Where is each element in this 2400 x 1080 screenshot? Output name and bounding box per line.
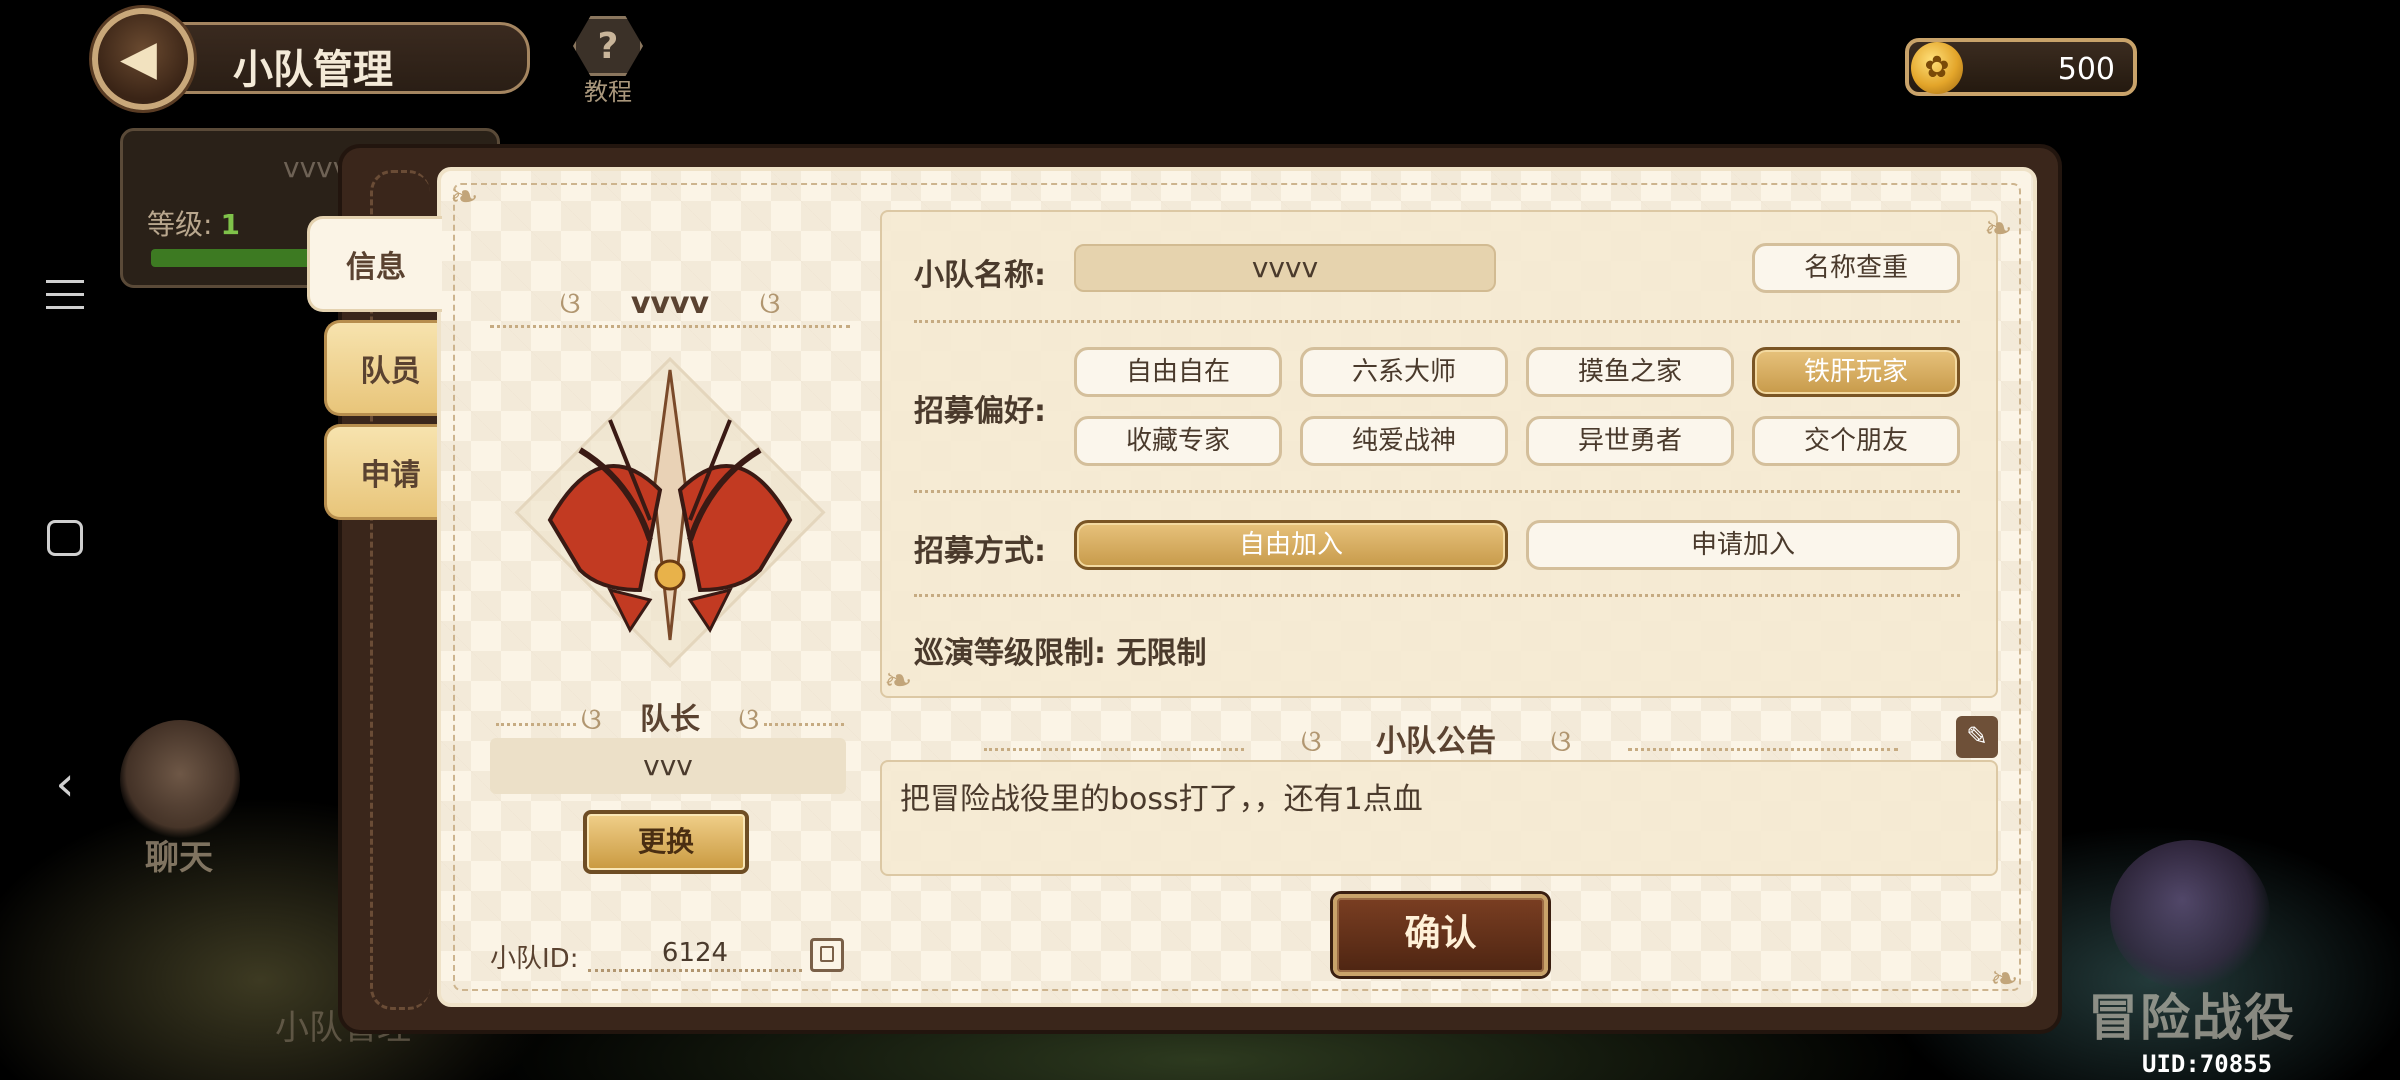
divider (490, 325, 850, 328)
leader-heading: ଓ 队长 ଓ (490, 694, 850, 738)
notice-heading: ଓ 小队公告 ଓ (1246, 716, 1626, 760)
chat-avatar (120, 720, 240, 840)
left-curl-icon: ଓ (1300, 724, 1322, 759)
menu-icon[interactable] (40, 270, 90, 319)
back-button[interactable]: ◀ (92, 8, 194, 110)
corner-ornament-icon: ❧ (450, 177, 479, 217)
emblem-crest-icon (547, 369, 793, 641)
notice-title: 小队公告 (1376, 724, 1496, 759)
recruit-method-label: 招募方式: (914, 534, 1046, 569)
uid-label: UID:70855 (2142, 1050, 2273, 1078)
pref-six-master[interactable]: 六系大师 (1300, 347, 1508, 397)
divider (1628, 748, 1898, 751)
team-name-label: 小队名称: (914, 258, 1046, 293)
team-name-heading: ଓ vvvv ଓ (490, 286, 850, 321)
battle-egg-icon (2110, 840, 2270, 990)
question-icon: ? (573, 16, 643, 76)
left-curl-icon: ଓ (580, 702, 602, 737)
method-apply-join[interactable]: 申请加入 (1526, 520, 1960, 570)
divider (914, 320, 1960, 323)
coin-icon: ✿ (1911, 42, 1963, 94)
confirm-button[interactable]: 确认 (1333, 894, 1548, 976)
copy-icon (820, 942, 844, 962)
right-curl-icon: ଓ (1550, 724, 1572, 759)
leader-name: vvv (490, 738, 846, 794)
bg-team-name: vvvv (283, 151, 350, 184)
coin-counter: ✿ 500 (1905, 38, 2137, 96)
right-curl-icon: ଓ (759, 286, 781, 321)
team-id-label: 小队ID: (490, 944, 579, 974)
pref-collector[interactable]: 收藏专家 (1074, 416, 1282, 466)
corner-ornament-icon: ❧ (884, 661, 913, 701)
corner-ornament-icon: ❧ (1984, 209, 2013, 249)
pref-slacker-home[interactable]: 摸鱼之家 (1526, 347, 1734, 397)
divider (496, 723, 576, 726)
divider (914, 594, 1960, 597)
level-limit: 巡演等级限制: 无限制 (914, 636, 1207, 671)
tab-apply[interactable]: 申请 (324, 424, 454, 520)
pref-free[interactable]: 自由自在 (1074, 347, 1282, 397)
pref-make-friends[interactable]: 交个朋友 (1752, 416, 1960, 466)
bg-chat-label: 聊天 (145, 838, 213, 878)
change-leader-button[interactable]: 更换 (583, 810, 749, 874)
team-emblem (490, 340, 850, 680)
tutorial-button[interactable]: ? 教程 (565, 16, 651, 106)
team-name: vvvv (630, 286, 710, 321)
divider (764, 723, 844, 726)
bg-level: 等级: 1 (147, 203, 240, 243)
recruit-pref-label: 招募偏好: (914, 394, 1046, 429)
team-name-field[interactable]: vvvv (1074, 244, 1496, 292)
page-title: 小队管理 (233, 47, 393, 93)
bg-level-label: 等级: (147, 208, 213, 241)
tab-info[interactable]: 信息 (307, 216, 442, 312)
tutorial-label: 教程 (584, 78, 632, 106)
system-back-icon[interactable]: ‹ (40, 760, 90, 808)
corner-ornament-icon: ❧ (1990, 959, 2019, 999)
left-curl-icon: ଓ (559, 286, 581, 321)
team-id-value: 6124 (588, 934, 802, 972)
tab-members[interactable]: 队员 (324, 320, 454, 416)
right-curl-icon: ଓ (738, 702, 760, 737)
recent-apps-icon[interactable] (40, 520, 90, 556)
divider (914, 490, 1960, 493)
pencil-icon: ✎ (1966, 722, 1988, 752)
pref-hardcore-player[interactable]: 铁肝玩家 (1752, 347, 1960, 397)
pref-pure-love[interactable]: 纯爱战神 (1300, 416, 1508, 466)
pref-otherworld-hero[interactable]: 异世勇者 (1526, 416, 1734, 466)
method-free-join[interactable]: 自由加入 (1074, 520, 1508, 570)
copy-id-button[interactable] (810, 938, 844, 972)
edit-notice-button[interactable]: ✎ (1956, 716, 1998, 758)
coin-amount: 500 (2057, 52, 2115, 87)
check-name-button[interactable]: 名称查重 (1752, 243, 1960, 293)
divider (984, 748, 1244, 751)
bg-level-value: 1 (220, 208, 240, 241)
back-arrow-icon: ◀ (120, 30, 157, 86)
leader-label: 队长 (640, 702, 700, 737)
bg-battle-label: 冒险战役 (2088, 989, 2296, 1047)
notice-text[interactable]: 把冒险战役里的boss打了，，还有1点血 (880, 760, 1998, 876)
